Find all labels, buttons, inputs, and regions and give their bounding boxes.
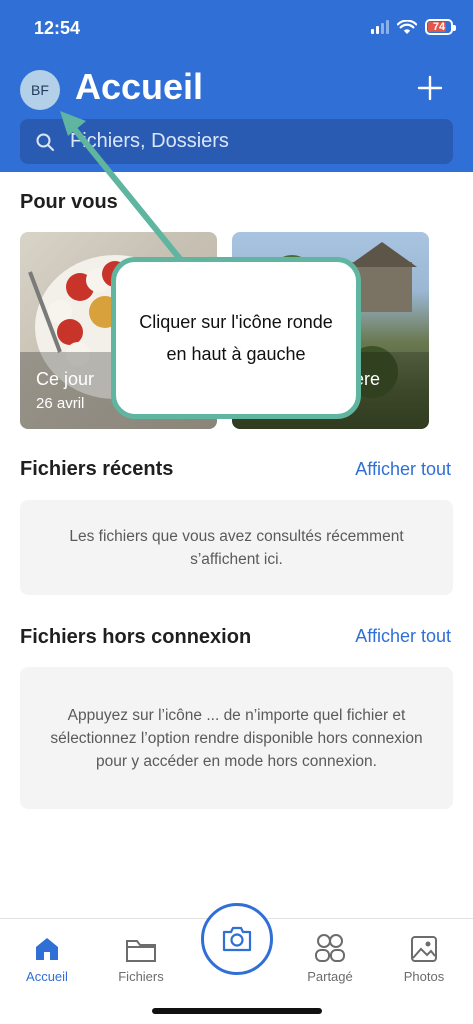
offline-files-empty-message: Appuyez sur l’icône ... de n’importe que… xyxy=(20,667,453,809)
camera-button[interactable] xyxy=(201,903,273,975)
camera-icon xyxy=(222,926,252,952)
recent-files-title: Fichiers récents xyxy=(20,458,174,480)
tab-shared-label: Partagé xyxy=(307,969,353,984)
home-indicator xyxy=(152,1008,322,1014)
tab-photos-label: Photos xyxy=(403,969,445,984)
shared-icon xyxy=(315,934,345,962)
tab-home[interactable]: Accueil xyxy=(7,929,87,984)
instruction-callout: Cliquer sur l'icône ronde en haut à gauc… xyxy=(111,257,361,419)
plus-icon xyxy=(417,75,443,101)
recent-files-empty-message: Les fichiers que vous avez consultés réc… xyxy=(20,500,453,595)
status-time: 12:54 xyxy=(34,18,81,38)
home-icon xyxy=(36,938,58,960)
app-header: 12:54 74 BF Accueil xyxy=(0,0,473,172)
cellular-signal-icon xyxy=(371,20,389,34)
offline-files-show-all-link[interactable]: Afficher tout xyxy=(355,626,451,647)
for-you-title: Pour vous xyxy=(20,191,118,213)
tab-files[interactable]: Fichiers xyxy=(101,929,181,984)
add-button[interactable] xyxy=(412,70,448,106)
wifi-icon xyxy=(397,19,417,34)
battery-icon: 74 xyxy=(425,19,456,35)
battery-level: 74 xyxy=(432,21,446,33)
recent-files-show-all-link[interactable]: Afficher tout xyxy=(355,459,451,480)
memory-card-date: 26 avril xyxy=(36,395,85,412)
search-input[interactable] xyxy=(70,130,410,153)
page-title: Accueil xyxy=(75,66,204,107)
tab-files-label: Fichiers xyxy=(118,969,164,984)
account-avatar-button[interactable]: BF xyxy=(20,70,60,110)
photos-icon xyxy=(411,936,437,962)
tab-home-label: Accueil xyxy=(26,969,68,984)
tab-shared[interactable]: Partagé xyxy=(290,929,370,984)
folder-icon xyxy=(126,940,156,962)
search-icon xyxy=(36,133,54,151)
status-indicators: 74 xyxy=(371,19,456,35)
memory-card-label: Ce jour xyxy=(36,369,95,389)
tab-photos[interactable]: Photos xyxy=(384,929,464,984)
offline-files-title: Fichiers hors connexion xyxy=(20,626,252,648)
search-bar[interactable] xyxy=(20,119,453,164)
